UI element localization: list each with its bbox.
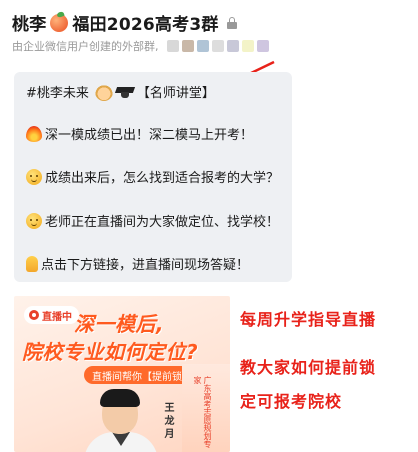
message-bubble[interactable]: #桃李未来 【名师讲堂】 深一模成绩已出！深二模马上开考！ 成绩出来后，怎么找到… [14,72,292,282]
livestream-promo-card[interactable]: 直播中 深一模后, 院校专业如何定位? 直播间帮你【提前锁定】 广东高考志愿规划… [14,296,230,452]
message-line-3-text: 成绩出来后，怎么找到适合报考的大学？ [45,171,280,186]
smiling-face-icon [26,212,42,229]
live-badge: 直播中 [24,306,79,324]
fire-icon [26,125,42,142]
caption-line-2: 教大家如何提前锁 [240,358,377,377]
message-line-5-text: 点击下方链接，进直播间现场答疑！ [41,258,250,273]
blurred-member-avatars [166,40,269,52]
chat-header: 桃李 福田2026高考3群 由企业微信用户创建的外部群, [0,0,418,62]
lecture-tag: 【名师讲堂】 [136,86,215,101]
blurred-avatar [211,40,224,52]
group-title-row[interactable]: 桃李 福田2026高考3群 [12,10,237,35]
hashtag-text: #桃李未来 [26,86,89,101]
message-line-4: 老师正在直播间为大家做定位、找学校！ [26,211,279,230]
promo-headline-1: 深一模后, [74,312,165,336]
blurred-avatar [226,40,239,52]
message-line-1: #桃李未来 【名师讲堂】 [26,82,215,101]
graduation-cap-icon [116,84,134,100]
message-line-4-text: 老师正在直播间为大家做定位、找学校！ [45,215,280,230]
lock-icon [226,16,237,29]
blurred-avatar [256,40,269,52]
caption-line-3: 定可报考院校 [240,392,343,411]
teacher-emoji-icon [94,82,113,101]
teacher-name: 王龙月 [162,402,173,441]
teacher-portrait [84,389,158,452]
blurred-avatar [241,40,254,52]
live-label: 直播中 [42,311,72,323]
message-line-3: 成绩出来后，怎么找到适合报考的大学？ [26,167,279,186]
promo-headline-2: 院校专业如何定位? [22,340,199,364]
group-title-prefix: 桃李 [12,15,47,35]
blurred-avatar [196,40,209,52]
group-subtitle-row: 由企业微信用户创建的外部群, [12,38,269,54]
message-line-2: 深一模成绩已出！深二模马上开考！ [26,124,253,143]
caption-line-1: 每周升学指导直播 [240,310,377,329]
live-dot-icon [29,310,39,320]
group-subtitle: 由企业微信用户创建的外部群, [12,40,159,53]
message-line-5: 点击下方链接，进直播间现场答疑！ [26,254,249,273]
message-line-2-text: 深一模成绩已出！深二模马上开考！ [45,128,254,143]
thinking-face-icon [26,168,42,185]
blurred-avatar [181,40,194,52]
promo-vertical-text: 广东高考志愿规划专家 [193,376,212,448]
pointing-down-icon [26,255,38,272]
group-title: 福田2026高考3群 [72,15,219,35]
blurred-avatar [166,40,179,52]
peach-icon [50,13,69,32]
